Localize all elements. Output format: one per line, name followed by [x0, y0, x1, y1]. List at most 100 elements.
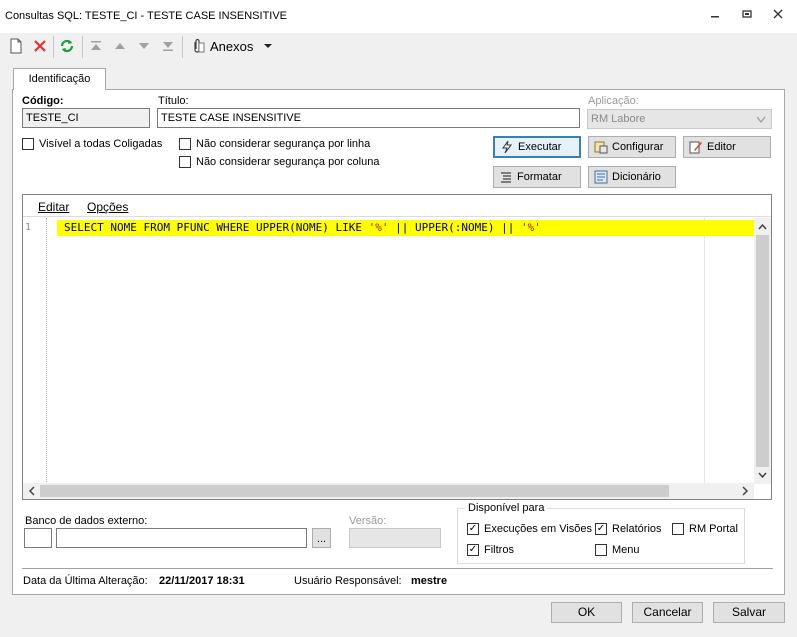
format-icon [501, 172, 511, 183]
minimize-icon [711, 16, 719, 18]
anexos-dropdown[interactable]: Anexos [190, 37, 273, 55]
tabstrip-line [12, 89, 785, 90]
sql-code-line[interactable]: SELECT NOME FROM PFUNC WHERE UPPER(NOME)… [57, 220, 754, 236]
new-button[interactable] [7, 37, 25, 55]
refresh-icon [60, 39, 74, 53]
sql-code-text: SELECT NOME FROM PFUNC WHERE UPPER(NOME)… [64, 221, 369, 234]
footer-separator [22, 568, 773, 569]
toolbar-separator [53, 36, 54, 58]
seg-coluna-label: Não considerar segurança por coluna [196, 156, 380, 168]
toolbar-separator [182, 36, 183, 58]
banco-name-field[interactable] [56, 528, 307, 548]
banco-label: Banco de dados externo: [25, 515, 148, 527]
relatorios-label: Relatórios [612, 523, 662, 535]
delete-button[interactable] [31, 37, 49, 55]
titulo-field[interactable]: TESTE CASE INSENSITIVE [157, 108, 580, 128]
scroll-down-icon [758, 472, 767, 479]
previous-icon [115, 43, 125, 49]
vertical-scroll-thumb[interactable] [756, 235, 769, 467]
next-record-button[interactable] [135, 37, 153, 55]
paperclip-icon [194, 38, 205, 53]
versao-field [349, 528, 441, 548]
data-alteracao-label: Data da Última Alteração: [23, 575, 148, 587]
salvar-button[interactable]: Salvar [713, 602, 785, 623]
sql-string: '%' [368, 221, 389, 234]
configurar-label: Configurar [612, 141, 664, 153]
menu-opcoes[interactable]: Opções [87, 200, 128, 214]
sql-code-text: || UPPER(:NOME) || [388, 221, 521, 234]
sql-string: '%' [520, 221, 541, 234]
editor-label: Editor [707, 141, 736, 153]
dictionary-icon [594, 170, 608, 184]
codigo-label: Código: [22, 95, 64, 107]
vertical-scrollbar[interactable] [754, 218, 771, 484]
editor-button[interactable]: Editor [683, 136, 771, 158]
restore-button[interactable] [739, 8, 755, 24]
aplicacao-select: RM Labore [587, 109, 772, 129]
dicionario-label: Dicionário [612, 171, 661, 183]
sql-editor [22, 194, 772, 500]
first-icon [91, 41, 101, 50]
execucoes-checkbox[interactable]: ✓ [467, 523, 479, 535]
scroll-left-icon [28, 486, 35, 496]
cancelar-button[interactable]: Cancelar [632, 602, 703, 623]
data-alteracao-value: 22/11/2017 18:31 [159, 575, 245, 587]
banco-code-field[interactable] [24, 528, 52, 548]
ok-button[interactable]: OK [551, 602, 622, 623]
horizontal-scroll-thumb[interactable] [40, 485, 669, 497]
first-record-button[interactable] [87, 37, 105, 55]
line-number: 1 [25, 222, 32, 233]
minimize-button[interactable] [707, 8, 723, 24]
editor-menubar: Editar Opções [23, 195, 771, 217]
previous-record-button[interactable] [111, 37, 129, 55]
tab-identificacao[interactable]: Identificação [13, 68, 106, 90]
dicionario-button[interactable]: Dicionário [588, 166, 676, 188]
new-document-icon [10, 38, 22, 54]
visivel-coligadas-label: Visível a todas Coligadas [39, 138, 163, 150]
configure-icon [594, 141, 608, 154]
window-title: Consultas SQL: TESTE_CI - TESTE CASE INS… [5, 10, 288, 22]
last-icon [163, 42, 173, 51]
filtros-checkbox[interactable]: ✓ [467, 544, 479, 556]
scroll-up-icon [758, 223, 767, 230]
menu-editar[interactable]: Editar [38, 200, 69, 214]
seg-coluna-checkbox[interactable] [179, 156, 191, 168]
codigo-field[interactable]: TESTE_CI [22, 108, 150, 128]
refresh-button[interactable] [58, 37, 76, 55]
disponivel-title: Disponível para [465, 502, 548, 514]
toolbar-separator [82, 36, 83, 58]
usuario-label: Usuário Responsável: [294, 575, 402, 587]
formatar-label: Formatar [517, 171, 562, 183]
titulo-label: Título: [158, 95, 189, 107]
menu-checkbox[interactable] [595, 544, 607, 556]
execucoes-label: Execuções em Visões [484, 523, 593, 535]
relatorios-checkbox[interactable]: ✓ [595, 523, 607, 535]
versao-label: Versão: [349, 515, 387, 527]
executar-button[interactable]: Executar [493, 136, 581, 158]
line-number-gutter: 1 [23, 218, 47, 484]
anexos-label: Anexos [210, 38, 254, 54]
last-record-button[interactable] [159, 37, 177, 55]
seg-linha-label: Não considerar segurança por linha [196, 138, 371, 150]
chevron-down-icon [264, 44, 273, 48]
close-icon [773, 9, 783, 19]
banco-browse-button[interactable]: ... [312, 528, 331, 548]
restore-icon [742, 10, 752, 18]
chevron-down-icon [756, 116, 766, 123]
configurar-button[interactable]: Configurar [588, 136, 676, 158]
executar-label: Executar [518, 141, 562, 153]
horizontal-scrollbar[interactable] [23, 483, 754, 499]
rm-portal-label: RM Portal [689, 523, 738, 535]
filtros-label: Filtros [484, 544, 514, 556]
scroll-right-icon [742, 486, 749, 496]
usuario-value: mestre [411, 575, 448, 587]
lightning-icon [502, 140, 512, 154]
aplicacao-value: RM Labore [591, 113, 646, 125]
rm-portal-checkbox[interactable] [672, 523, 684, 535]
seg-linha-checkbox[interactable] [179, 138, 191, 150]
formatar-button[interactable]: Formatar [493, 166, 581, 188]
close-button[interactable] [770, 8, 786, 24]
visivel-coligadas-checkbox[interactable] [22, 138, 34, 150]
delete-icon [34, 40, 46, 52]
menu-label: Menu [612, 544, 640, 556]
